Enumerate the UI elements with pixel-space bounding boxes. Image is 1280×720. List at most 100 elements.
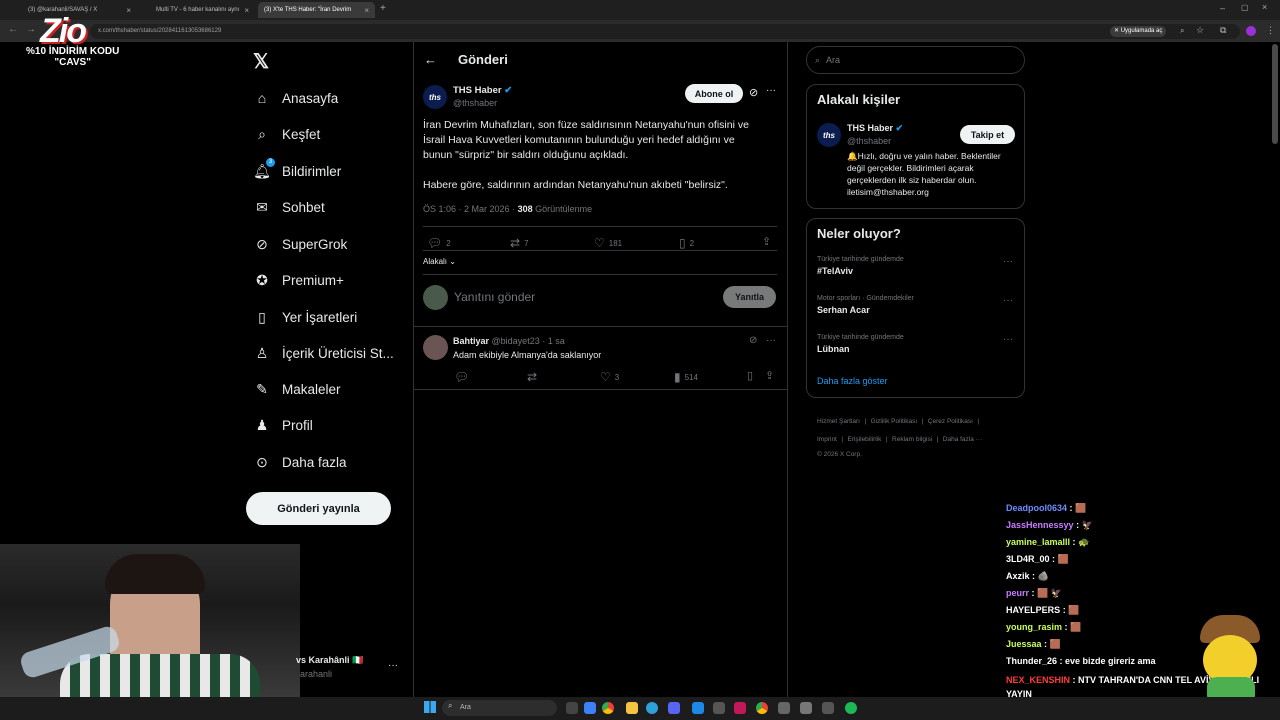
app-icon[interactable] (734, 702, 746, 714)
sidebar-item-label: İçerik Üreticisi St... (282, 345, 394, 361)
sort-dropdown[interactable]: Alakalı ⌄ (423, 257, 456, 266)
discord-icon[interactable] (668, 702, 680, 714)
footer-link[interactable]: Çerez Politikası (928, 418, 973, 425)
edge-icon[interactable] (646, 702, 658, 714)
share-icon[interactable]: ⇪ (765, 369, 774, 382)
open-in-app-button[interactable]: ✕ Uygulamada aç (1110, 26, 1167, 37)
chat-user: Juessaa (1006, 639, 1042, 649)
bookmark-icon[interactable]: ▯ (747, 369, 753, 382)
app-icon[interactable] (713, 702, 725, 714)
follow-button[interactable]: Takip et (960, 125, 1015, 144)
trends-title: Neler oluyor? (817, 226, 901, 241)
folder-icon[interactable] (626, 702, 638, 714)
footer-link[interactable]: Imprint (817, 436, 837, 443)
profile-icon[interactable] (1246, 26, 1256, 36)
sidebar-item-more[interactable]: ⊙ Daha fazla (254, 449, 346, 475)
grok-icon[interactable]: ⊘ (749, 335, 757, 346)
taskbar-search[interactable]: Ara (442, 700, 557, 716)
reply-input[interactable]: Yanıtını gönder (454, 290, 535, 304)
reply-retweet-action[interactable]: ⇄ (527, 370, 537, 384)
close-icon[interactable]: × (244, 6, 249, 15)
close-icon[interactable]: × (126, 6, 131, 15)
extensions-icon[interactable]: ⧉ (1220, 25, 1226, 36)
bookmark-action[interactable]: ▯ 2 (679, 236, 694, 250)
more-icon[interactable]: ··· (388, 660, 398, 671)
search-placeholder: Ara (826, 55, 841, 65)
back-arrow-icon[interactable]: ← (424, 52, 437, 67)
reply-views-action[interactable]: ▮ 514 (674, 370, 698, 384)
star-icon[interactable]: ☆ (1196, 25, 1204, 36)
back-icon[interactable]: ← (8, 24, 18, 35)
file-explorer-icon[interactable] (566, 702, 578, 714)
related-handle[interactable]: @thshaber (847, 136, 891, 146)
more-icon[interactable]: ··· (766, 335, 776, 346)
sidebar-item-notifications[interactable]: 🔔︎ 3 Bildirimler (253, 158, 341, 184)
related-name[interactable]: THS Haber ✔ (847, 123, 903, 134)
reply-button[interactable]: Yanıtla (723, 286, 776, 308)
reply-author-avatar[interactable] (423, 335, 448, 360)
minimize-icon[interactable]: – (1220, 3, 1225, 13)
footer-link[interactable]: Hizmet Şartları (817, 418, 860, 425)
chrome-icon[interactable] (756, 702, 768, 714)
copilot-icon[interactable] (584, 702, 596, 714)
reply-reply-action[interactable]: 💬︎ (454, 370, 469, 384)
sidebar-item-premium[interactable]: ✪ Premium+ (254, 267, 344, 293)
chrome-icon[interactable] (602, 702, 614, 714)
more-icon[interactable]: ··· (1003, 334, 1013, 345)
sidebar-item-explore[interactable]: ⌕ Keşfet (254, 121, 320, 147)
browser-tab[interactable]: Multi TV - 6 haber kanalını aynı × (150, 2, 255, 18)
forward-icon[interactable]: → (26, 24, 36, 35)
reply-like-action[interactable]: ♡ 3 (600, 370, 619, 384)
author-name[interactable]: THS Haber ✔ (453, 85, 512, 96)
trend-item[interactable]: Motor sporları · Gündemdekiler Serhan Ac… (817, 295, 1015, 315)
sidebar-item-creator-studio[interactable]: ♙ İçerik Üreticisi St... (254, 340, 394, 366)
post-button[interactable]: Gönderi yayınla (246, 492, 391, 525)
author-handle[interactable]: @thshaber (453, 98, 497, 108)
more-icon[interactable]: ··· (1003, 295, 1013, 306)
close-window-icon[interactable]: × (1262, 2, 1267, 12)
app-icon[interactable] (822, 702, 834, 714)
retweet-action[interactable]: ⇄ 7 (510, 236, 529, 250)
account-handle[interactable]: arahanli (300, 669, 332, 679)
sidebar-item-bookmarks[interactable]: ▯ Yer İşaretleri (254, 304, 357, 330)
menu-icon[interactable]: ⋮ (1266, 25, 1275, 36)
maximize-icon[interactable]: ▢ (1241, 3, 1249, 12)
trend-item[interactable]: Türkiye tarihinde gündemde Lübnan ··· (817, 334, 1015, 354)
scrollbar[interactable] (1272, 44, 1278, 144)
footer-link[interactable]: Erişilebilirlik (847, 436, 881, 443)
app-icon[interactable] (800, 702, 812, 714)
app-icon[interactable] (692, 702, 704, 714)
spotify-icon[interactable] (845, 702, 857, 714)
sidebar-item-grok[interactable]: ⊘ SuperGrok (254, 231, 347, 257)
avatar[interactable]: ths (423, 85, 447, 109)
footer-link[interactable]: Reklam bilgisi (892, 436, 932, 443)
share-icon[interactable]: ⇪ (762, 235, 771, 248)
footer-link[interactable]: Gizlilik Politikası (871, 418, 918, 425)
sidebar-item-messages[interactable]: ✉ Sohbet (254, 194, 325, 220)
close-icon[interactable]: × (364, 6, 369, 15)
sidebar-item-articles[interactable]: ✎ Makaleler (254, 376, 340, 402)
more-icon[interactable]: ··· (1003, 256, 1013, 267)
new-tab-icon[interactable]: + (380, 3, 386, 14)
url-bar[interactable]: x.com/thshaber/status/202841161305368612… (90, 24, 1240, 39)
reply-author[interactable]: Bahtiyar (453, 336, 489, 346)
x-logo-icon[interactable]: 𝕏 (253, 52, 273, 72)
reply-action[interactable]: 💬︎ 2 (427, 236, 451, 250)
sidebar-item-profile[interactable]: ♟ Profil (254, 412, 313, 438)
app-icon[interactable] (778, 702, 790, 714)
browser-tab-active[interactable]: (3) X'te THS Haber: "İran Devrim × (258, 2, 375, 18)
footer-link[interactable]: Daha fazla ··· (943, 436, 982, 443)
zoom-icon[interactable]: ⌕ (1180, 26, 1184, 36)
reply-handle[interactable]: @bidayet23 (492, 336, 540, 346)
subscribe-button[interactable]: Abone ol (685, 84, 743, 103)
account-name[interactable]: vs Karahânli 🇮🇹 (296, 655, 363, 666)
like-action[interactable]: ♡ 181 (594, 236, 622, 250)
more-icon[interactable]: ··· (766, 85, 776, 96)
grok-icon[interactable]: ⊘ (749, 86, 758, 99)
show-more-link[interactable]: Daha fazla göster (817, 376, 888, 386)
sidebar-item-home[interactable]: ⌂ Anasayfa (254, 85, 339, 111)
search-input[interactable]: ⌕ Ara (806, 46, 1025, 74)
windows-start-icon[interactable] (424, 701, 436, 713)
trend-item[interactable]: Türkiye tarihinde gündemde #TelAviv ··· (817, 256, 1015, 276)
avatar[interactable]: ths (817, 123, 841, 147)
